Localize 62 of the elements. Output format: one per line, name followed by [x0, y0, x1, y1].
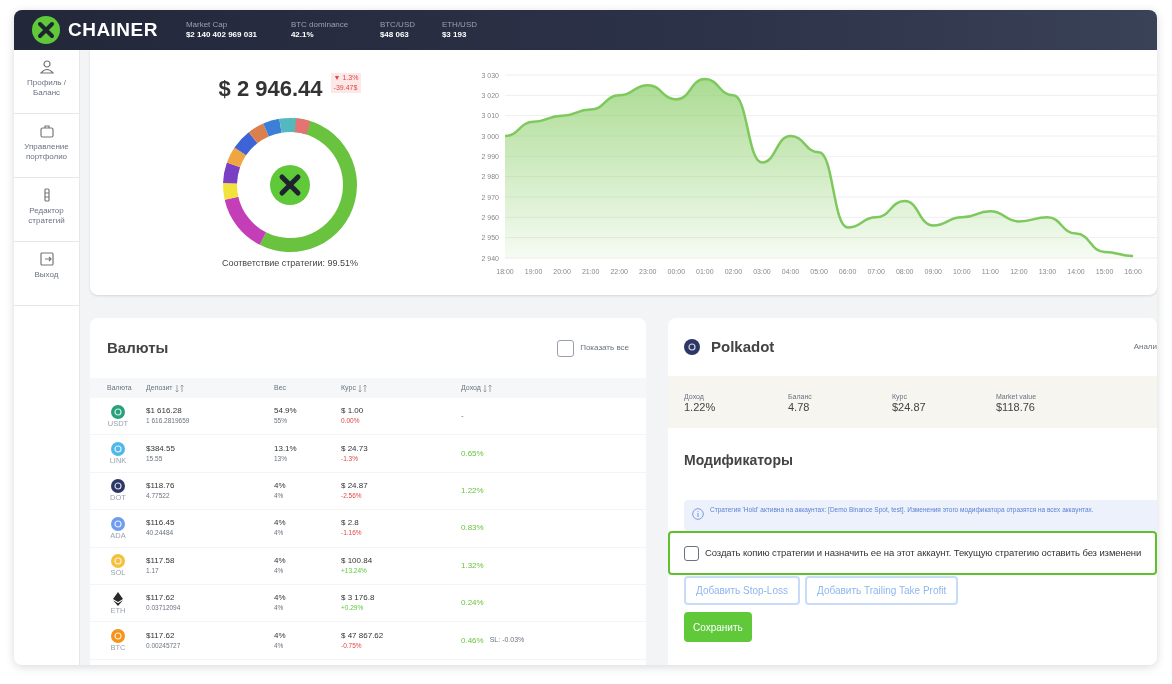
stat-value: $24.87 [892, 402, 927, 413]
sidebar-item[interactable]: Профиль / Баланс [14, 50, 79, 114]
tab[interactable]: Анали [1133, 341, 1157, 353]
balance-amount: $ 2 946.44 [218, 75, 323, 103]
stat-label: BTC/USD [379, 20, 416, 30]
sort-icon [174, 383, 185, 393]
stat-value: $48 063 [379, 30, 410, 40]
sidebar-item[interactable]: Редактор стратегий [14, 178, 79, 242]
table-cell: 1.32% [461, 559, 484, 572]
sidebar-item[interactable]: Управление портфолио [14, 114, 79, 178]
stat-value: 42.1% [290, 30, 315, 40]
logo-icon [32, 16, 60, 44]
table-cell: 1.22% [461, 484, 484, 497]
section-title: Валюты [107, 337, 169, 358]
table-cell-text: 54.9% [274, 406, 298, 417]
table-cell-text: $ 2.8 [341, 518, 360, 529]
table-cell-text: 4% [274, 555, 287, 566]
table-cell-text: $1 616.28 [146, 406, 183, 417]
table-cell-text: $ 100.84 [341, 555, 374, 566]
table-cell-text: $ 24.73 [341, 443, 369, 454]
stat-label: BTC dominance [290, 20, 350, 30]
table-cell-text: 4% [274, 480, 287, 491]
stat-label: ETH/USD [441, 20, 478, 30]
table-cell-text: $ 47 867.62 [341, 630, 385, 641]
table-cell-text: $117.58 [146, 555, 176, 566]
sort-icon [357, 383, 368, 393]
table-cell: 0.46% [461, 634, 484, 647]
coin-icon [684, 339, 700, 355]
table-cell: 0.65% [461, 447, 484, 460]
table-cell-text: $384.55 [146, 443, 176, 454]
stat-value: $2 140 402 969 031 [185, 30, 259, 40]
sidebar-item[interactable]: Выход [14, 242, 79, 306]
table-cell-text: $ 24.87 [341, 480, 369, 491]
show-all-checkbox[interactable]: Показать все [557, 339, 629, 357]
logout-icon [39, 252, 54, 266]
stat-label: Market Cap [185, 20, 229, 30]
table-cell-text: $116.45 [146, 518, 176, 529]
section-title: Модификаторы [683, 451, 794, 470]
copy-strategy-checkbox[interactable]: Создать копию стратегии и назначить ее на этот аккаунт. Текущую стратегию оставить без изменени [684, 545, 1142, 561]
portfolio-icon [39, 124, 54, 138]
strategy-match: Соответствие стратегии: 99.51% [221, 257, 359, 270]
asset-name: Polkadot [711, 336, 775, 357]
stat-value: 1.22% [684, 402, 717, 413]
logo-text: CHAINER [68, 17, 158, 42]
table-cell-text: $ 3 176.8 [341, 593, 376, 604]
stat-value: $118.76 [996, 402, 1036, 413]
table-cell-text: $117.62 [146, 630, 176, 641]
table-cell-text: 13.1% [274, 443, 298, 454]
stat-value: 4.78 [788, 402, 811, 413]
sort-icon [482, 383, 493, 393]
table-cell: 0.83% [461, 522, 484, 535]
table-cell-text: $ 1.00 [341, 406, 365, 417]
table-cell: 0.24% [461, 597, 484, 610]
table-cell-text: $117.62 [146, 593, 176, 604]
table-cell-text: $118.76 [146, 480, 176, 491]
info-icon [692, 508, 704, 520]
table-cell-text: 4% [274, 630, 287, 641]
table-cell: - [461, 410, 464, 423]
table-cell-text: 4% [274, 593, 287, 604]
profile-icon [39, 60, 54, 74]
table-cell-text: 4% [274, 518, 287, 529]
stat-value: $3 193 [441, 30, 468, 40]
